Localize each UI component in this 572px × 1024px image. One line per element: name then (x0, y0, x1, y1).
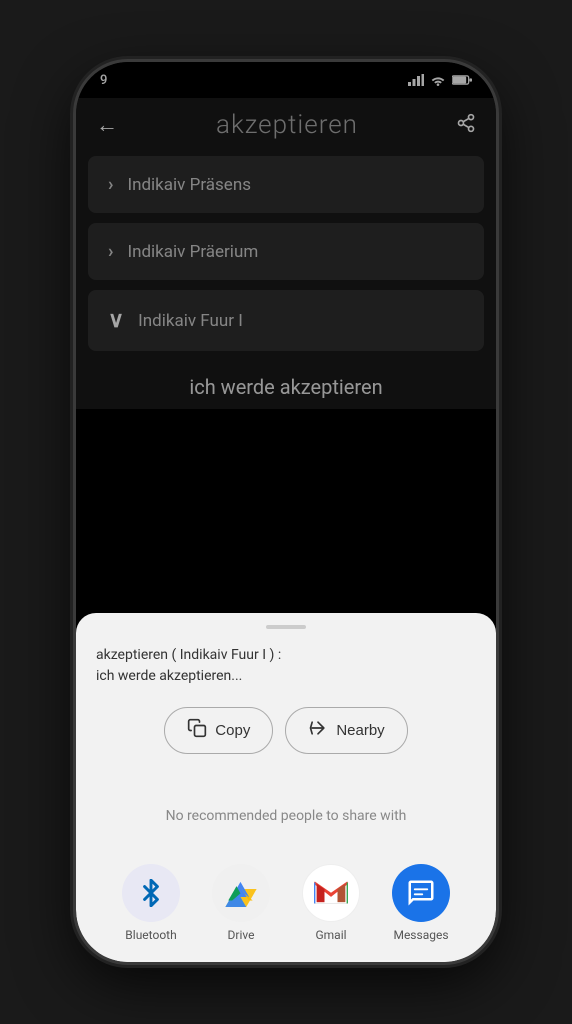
drive-circle (212, 864, 270, 922)
phone-container: 9 (0, 0, 572, 1024)
app-icon-gmail[interactable]: Gmail (302, 864, 360, 942)
copy-button[interactable]: Copy (164, 707, 273, 754)
conjugation-text: ich werde akzeptieren (88, 361, 484, 409)
app-icon-messages[interactable]: Messages (392, 864, 450, 942)
copy-icon (187, 718, 207, 743)
nearby-label: Nearby (336, 722, 384, 739)
gmail-icon (314, 880, 348, 906)
chevron-praesens: › (108, 174, 113, 195)
drive-icon (225, 879, 257, 907)
copy-label: Copy (215, 722, 250, 739)
gmail-label: Gmail (315, 928, 346, 942)
app-icon-drive[interactable]: Drive (212, 864, 270, 942)
signal-icon (408, 74, 424, 86)
bluetooth-icon (137, 879, 165, 907)
accordion-label-praerium: Indikaiv Präerium (127, 242, 258, 262)
accordion-item-fuur[interactable]: ∨ Indikaiv Fuur I (88, 290, 484, 351)
sheet-handle (266, 625, 306, 629)
chevron-fuur: ∨ (108, 308, 124, 333)
messages-icon (406, 878, 436, 908)
status-time: 9 (100, 73, 107, 88)
status-bar: 9 (76, 62, 496, 98)
bluetooth-circle (122, 864, 180, 922)
notch (226, 62, 346, 90)
no-recommend-text: No recommended people to share with (96, 778, 476, 854)
bottom-sheet: akzeptieren ( Indikaiv Fuur I ) : ich we… (76, 613, 496, 962)
app-title: akzeptieren (118, 110, 456, 140)
share-preview-line1: akzeptieren ( Indikaiv Fuur I ) : (96, 647, 281, 663)
share-content-preview: akzeptieren ( Indikaiv Fuur I ) : ich we… (96, 645, 476, 687)
gmail-circle (302, 864, 360, 922)
app-header: ← akzeptieren (76, 98, 496, 156)
phone-screen: 9 (76, 62, 496, 962)
status-icons (408, 74, 472, 86)
phone-body: 9 (76, 62, 496, 962)
chevron-praerium: › (108, 241, 113, 262)
bluetooth-label: Bluetooth (125, 928, 176, 942)
battery-icon (452, 74, 472, 86)
accordion-label-fuur: Indikaiv Fuur I (138, 311, 243, 331)
share-preview-line2: ich werde akzeptieren... (96, 668, 242, 684)
app-icons-row: Bluetooth (96, 854, 476, 962)
back-button[interactable]: ← (96, 112, 118, 138)
nearby-button[interactable]: Nearby (285, 707, 407, 754)
accordion-label-praesens: Indikaiv Präsens (127, 175, 251, 195)
messages-label: Messages (393, 928, 448, 942)
share-button[interactable] (456, 113, 476, 138)
wifi-icon (430, 74, 446, 86)
accordion-item-praerium[interactable]: › Indikaiv Präerium (88, 223, 484, 280)
app-icon-bluetooth[interactable]: Bluetooth (122, 864, 180, 942)
drive-label: Drive (228, 928, 255, 942)
accordion-item-praesens[interactable]: › Indikaiv Präsens (88, 156, 484, 213)
messages-circle (392, 864, 450, 922)
nearby-icon (308, 718, 328, 743)
share-actions: Copy Nearby (96, 707, 476, 754)
app-content: › Indikaiv Präsens › Indikaiv Präerium ∨… (76, 156, 496, 409)
